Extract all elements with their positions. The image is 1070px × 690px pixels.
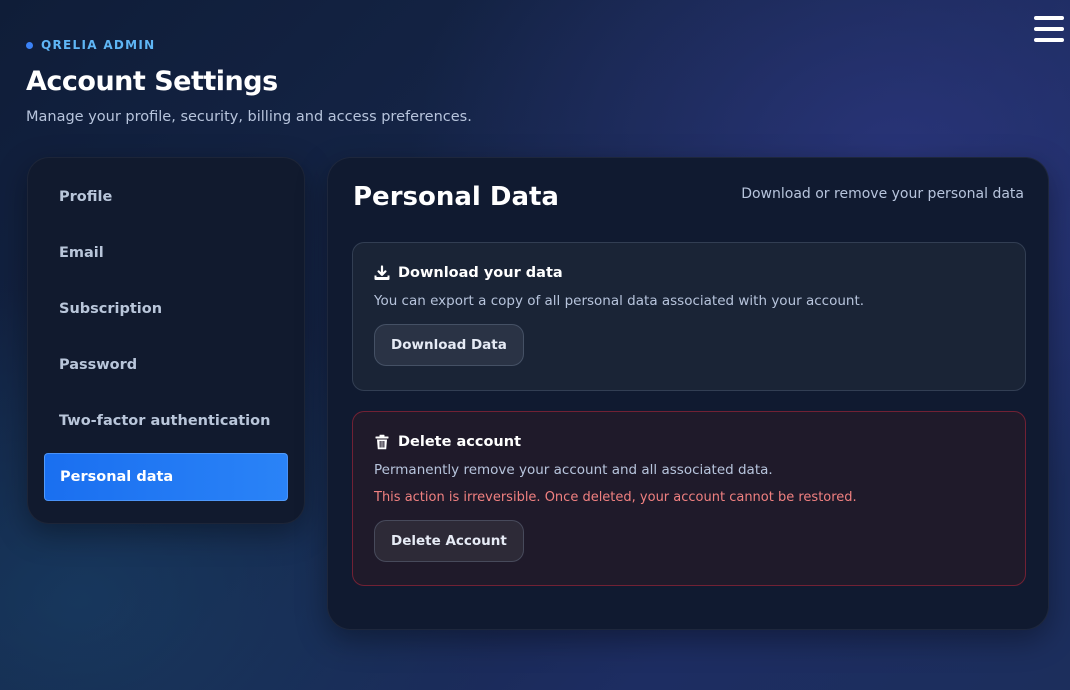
menu-icon-bar (1034, 27, 1064, 31)
download-data-button[interactable]: Download Data (374, 324, 524, 366)
download-card-header: Download your data (374, 265, 1004, 281)
sidebar-item-email[interactable]: Email (44, 229, 288, 277)
sidebar-item-subscription[interactable]: Subscription (44, 285, 288, 333)
panel-hint: Download or remove your personal data (741, 186, 1024, 202)
sidebar-item-personal-data[interactable]: Personal data (44, 453, 288, 501)
panel-title: Personal Data (353, 182, 559, 212)
delete-account-button[interactable]: Delete Account (374, 520, 524, 562)
page-title: Account Settings (26, 66, 278, 97)
personal-data-panel: Personal Data Download or remove your pe… (327, 157, 1049, 630)
download-card-text: You can export a copy of all personal da… (374, 293, 865, 309)
brand-dot-icon (26, 41, 33, 49)
page-header: QRELIA ADMIN Account Settings Manage you… (26, 38, 472, 125)
trash-icon (374, 434, 390, 450)
delete-account-card: Delete account Permanently remove your a… (352, 411, 1026, 586)
download-card-title: Download your data (398, 265, 563, 281)
brand-name: QRELIA ADMIN (41, 38, 156, 52)
settings-sidebar: Profile Email Subscription Password Two-… (27, 157, 305, 524)
download-data-card: Download your data You can export a copy… (352, 242, 1026, 391)
menu-icon-bar (1034, 16, 1064, 20)
delete-warning-text: This action is irreversible. Once delete… (374, 490, 857, 505)
brand: QRELIA ADMIN (26, 38, 472, 52)
delete-card-text: Permanently remove your account and all … (374, 462, 773, 478)
download-icon (374, 265, 390, 281)
sidebar-item-password[interactable]: Password (44, 341, 288, 389)
page-subtitle: Manage your profile, security, billing a… (26, 109, 472, 125)
delete-card-header: Delete account (374, 434, 1004, 450)
menu-icon[interactable] (1034, 16, 1064, 42)
delete-card-title: Delete account (398, 434, 522, 450)
sidebar-item-profile[interactable]: Profile (44, 173, 288, 221)
sidebar-item-two-factor[interactable]: Two-factor authentication (44, 397, 288, 445)
menu-icon-bar (1034, 38, 1064, 42)
